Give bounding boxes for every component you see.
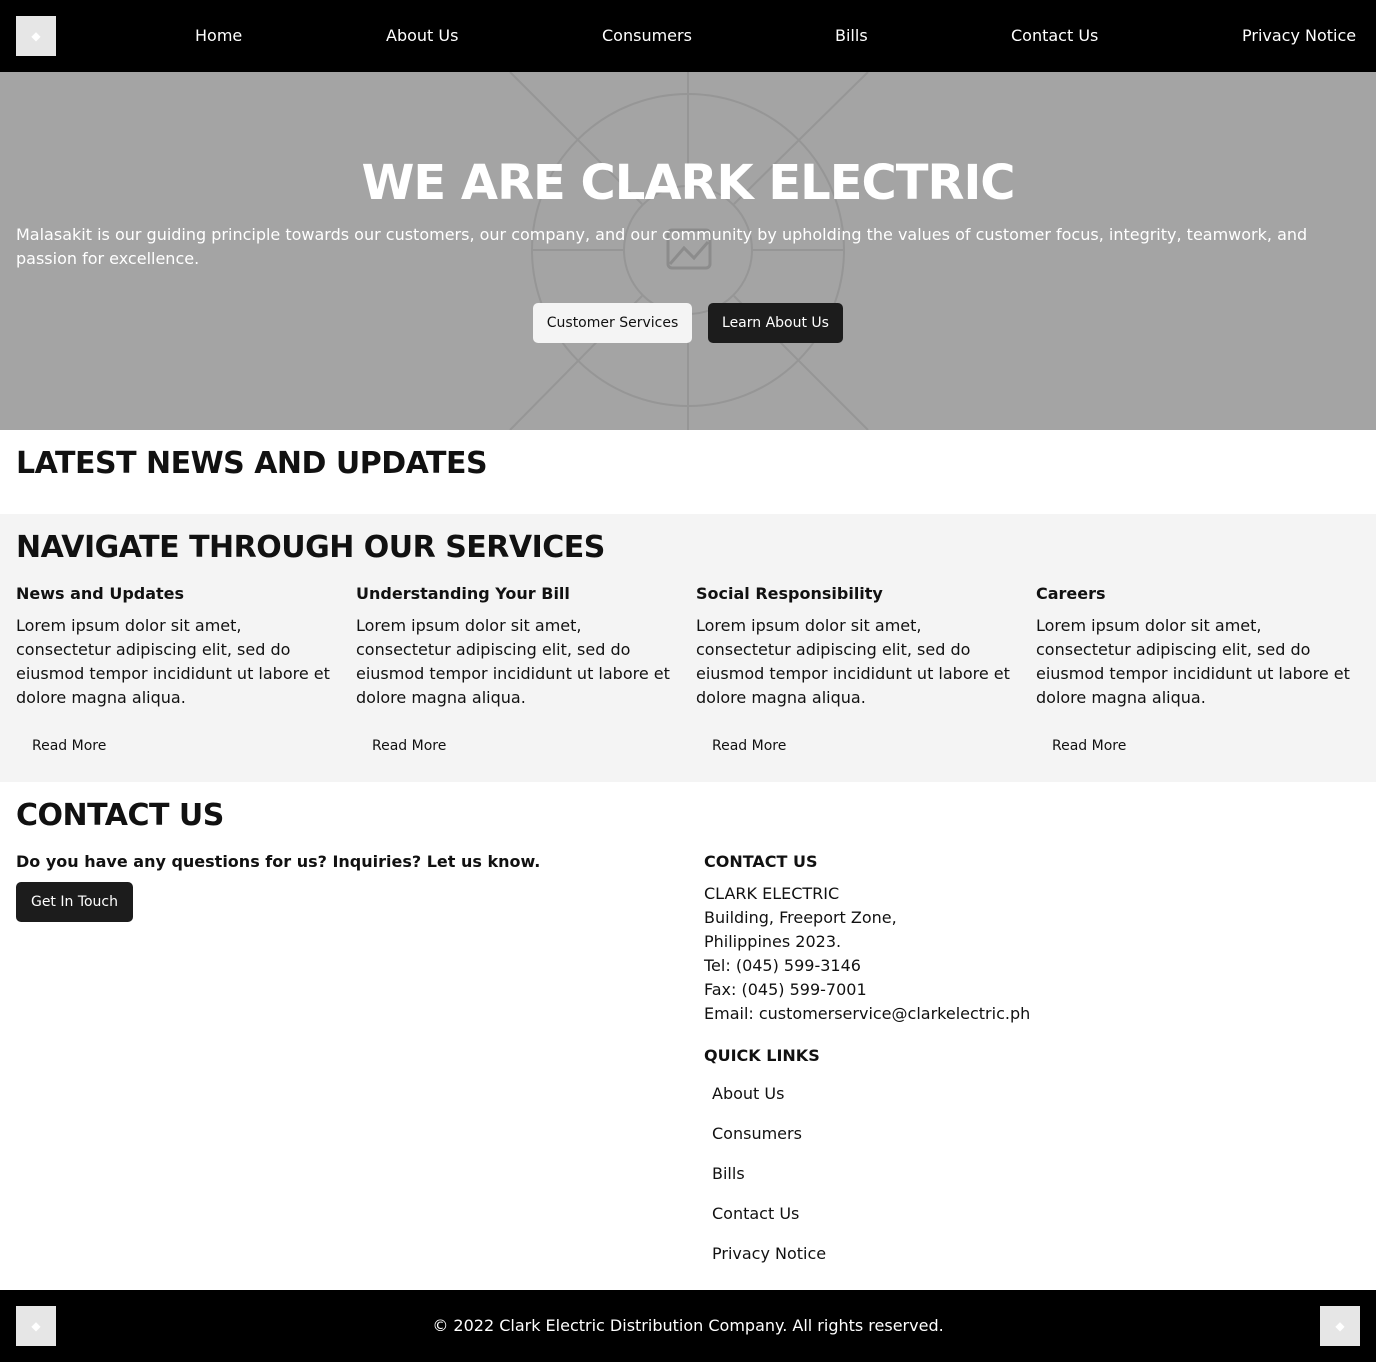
- hero-subtitle: Malasakit is our guiding principle towar…: [16, 225, 1308, 268]
- footer: ◆ © 2022 Clark Electric Distribution Com…: [0, 1290, 1376, 1362]
- card-title: Social Responsibility: [696, 584, 883, 603]
- contact-info-heading: CONTACT US: [704, 852, 818, 871]
- card-title: News and Updates: [16, 584, 185, 603]
- contact-info: CONTACT US CLARK ELECTRIC Building, Free…: [704, 852, 1104, 1274]
- service-card-news: News and Updates Lorem ipsum dolor sit a…: [16, 584, 336, 754]
- quick-link-consumers[interactable]: Consumers: [704, 1114, 1104, 1154]
- card-text: Lorem ipsum dolor sit amet, consectetur …: [16, 616, 330, 707]
- quick-link-privacy-notice[interactable]: Privacy Notice: [704, 1234, 1104, 1274]
- news-section: LATEST NEWS AND UPDATES: [0, 430, 1376, 514]
- card-text: Lorem ipsum dolor sit amet, consectetur …: [356, 616, 670, 707]
- quick-links-list: About Us Consumers Bills Contact Us Priv…: [704, 1074, 1104, 1274]
- nav-link-home[interactable]: Home: [195, 24, 242, 48]
- news-heading: LATEST NEWS AND UPDATES: [16, 446, 488, 481]
- service-card-bill: Understanding Your Bill Lorem ipsum dolo…: [356, 584, 676, 754]
- nav-link-contact-us[interactable]: Contact Us: [1011, 24, 1098, 48]
- get-in-touch-button[interactable]: Get In Touch: [16, 882, 133, 922]
- read-more-link[interactable]: Read More: [32, 734, 106, 758]
- card-title: Understanding Your Bill: [356, 584, 570, 603]
- service-card-social: Social Responsibility Lorem ipsum dolor …: [696, 584, 1016, 754]
- nav-link-consumers[interactable]: Consumers: [602, 24, 692, 48]
- quick-link-contact-us[interactable]: Contact Us: [704, 1194, 1104, 1234]
- top-navigation: ◆ Home About Us Consumers Bills Contact …: [0, 0, 1376, 72]
- nav-link-about-us[interactable]: About Us: [386, 24, 458, 48]
- address-line: Building, Freeport Zone,: [704, 908, 897, 927]
- email: Email: customerservice@clarkelectric.ph: [704, 1004, 1031, 1023]
- read-more-link[interactable]: Read More: [372, 734, 446, 758]
- customer-services-button[interactable]: Customer Services: [533, 303, 692, 343]
- services-heading: NAVIGATE THROUGH OUR SERVICES: [16, 530, 605, 565]
- read-more-link[interactable]: Read More: [1052, 734, 1126, 758]
- service-card-careers: Careers Lorem ipsum dolor sit amet, cons…: [1036, 584, 1356, 754]
- quick-links-heading: QUICK LINKS: [704, 1046, 820, 1065]
- quick-link-about-us[interactable]: About Us: [704, 1074, 1104, 1114]
- footer-right-placeholder-icon[interactable]: ◆: [1320, 1306, 1360, 1346]
- copyright-text: © 2022 Clark Electric Distribution Compa…: [432, 1316, 944, 1335]
- card-title: Careers: [1036, 584, 1106, 603]
- hero-section: WE ARE CLARK ELECTRIC Malasakit is our g…: [0, 72, 1376, 430]
- contact-question: Do you have any questions for us? Inquir…: [16, 852, 541, 871]
- card-text: Lorem ipsum dolor sit amet, consectetur …: [696, 616, 1010, 707]
- learn-about-us-button[interactable]: Learn About Us: [708, 303, 843, 343]
- quick-link-bills[interactable]: Bills: [704, 1154, 1104, 1194]
- hero-title: WE ARE CLARK ELECTRIC: [361, 155, 1015, 211]
- fax: Fax: (045) 599-7001: [704, 980, 867, 999]
- services-section: NAVIGATE THROUGH OUR SERVICES News and U…: [0, 514, 1376, 782]
- card-text: Lorem ipsum dolor sit amet, consectetur …: [1036, 616, 1350, 707]
- address-line: Philippines 2023.: [704, 932, 842, 951]
- logo-placeholder-icon[interactable]: ◆: [16, 16, 56, 56]
- nav-link-privacy-notice[interactable]: Privacy Notice: [1242, 24, 1356, 48]
- company-name: CLARK ELECTRIC: [704, 884, 840, 903]
- contact-heading: CONTACT US: [16, 798, 224, 833]
- telephone: Tel: (045) 599-3146: [704, 956, 861, 975]
- address-block: CLARK ELECTRIC Building, Freeport Zone, …: [704, 882, 1104, 1026]
- read-more-link[interactable]: Read More: [712, 734, 786, 758]
- contact-section: CONTACT US Do you have any questions for…: [0, 782, 1376, 1290]
- nav-link-bills[interactable]: Bills: [835, 24, 868, 48]
